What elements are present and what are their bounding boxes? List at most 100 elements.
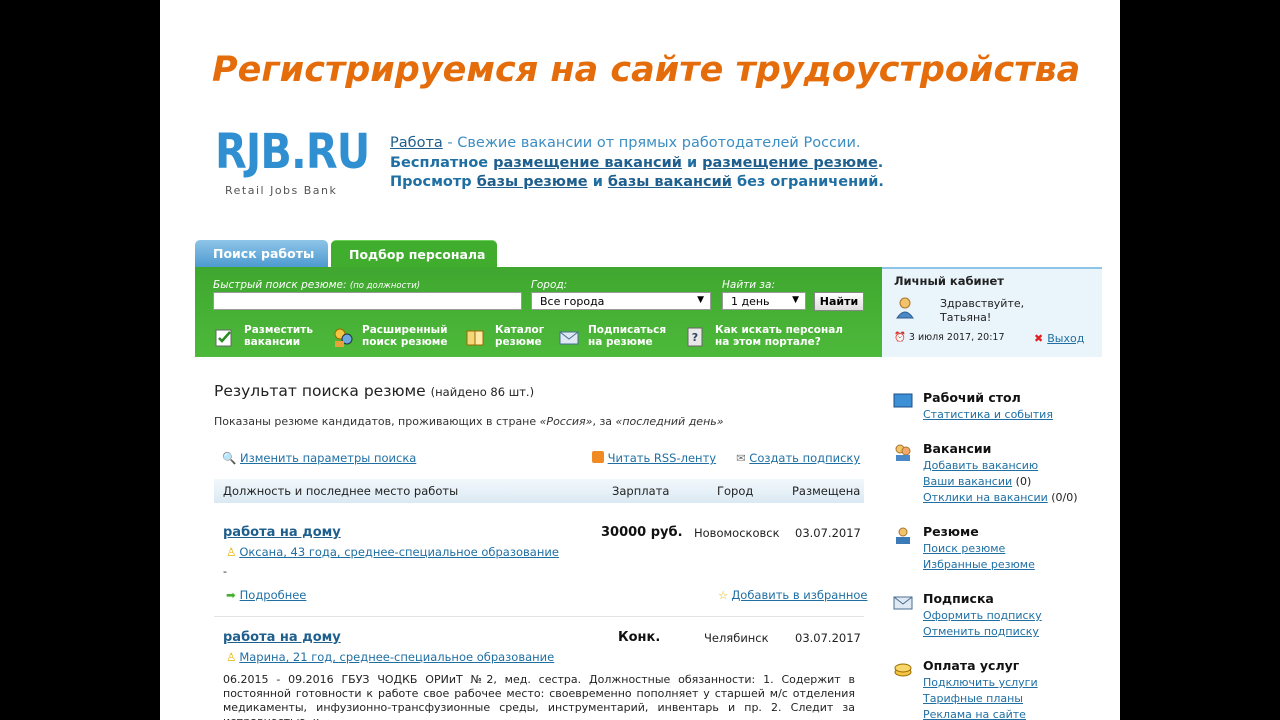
resume-base-link[interactable]: базы резюме (477, 174, 588, 190)
resume-description: - (223, 565, 227, 578)
greeting-line: Здравствуйте, (940, 297, 1025, 310)
close-icon: ✖ (1034, 332, 1044, 345)
results-subtitle: Показаны резюме кандидатов, проживающих … (214, 415, 724, 428)
col-position: Должность и последнее место работы (223, 484, 459, 498)
rss-link[interactable]: Читать RSS-ленту (592, 451, 716, 465)
tagline-text-2c: . (877, 154, 884, 171)
table-row: работа на дому Конк. Челябинск 03.07.201… (214, 630, 864, 720)
action-label: Расширенный (362, 324, 448, 336)
sidebar-link-favorite-resume[interactable]: Избранные резюме (923, 558, 1035, 571)
table-row: работа на дому 30000 руб. Новомосковск 0… (214, 525, 867, 615)
work-link[interactable]: Работа (390, 135, 443, 151)
quick-search-panel: Быстрый поиск резюме: (по должности) Гор… (195, 267, 882, 357)
tab-job-search[interactable]: Поиск работы (195, 240, 328, 268)
action-label: вакансии (244, 336, 301, 348)
chevron-down-icon: ▼ (697, 295, 704, 305)
tagline-text-2a: Бесплатное (390, 154, 494, 171)
logout-label: Выход (1047, 332, 1085, 345)
candidate-link[interactable]: ♙ Оксана, 43 года, среднее-специальное об… (226, 545, 559, 559)
add-favorite-link[interactable]: ☆ Добавить в избранное (718, 588, 867, 602)
sidebar-link-your-vacancies[interactable]: Ваши вакансии (0) (923, 475, 1031, 488)
action-label: Как искать персонал (715, 324, 843, 336)
cabinet-date: ⏰ 3 июля 2017, 20:17 (894, 332, 1005, 343)
candidate-link[interactable]: ♙ Марина, 21 год, среднее-специальное обр… (226, 650, 554, 664)
coins-icon (894, 663, 912, 677)
resume-position-link[interactable]: работа на дому (223, 630, 341, 645)
sidebar-title: Резюме (923, 524, 979, 539)
city-select[interactable]: Все города ▼ (531, 292, 711, 310)
user-icon: ♙ (226, 545, 237, 559)
post-resume-link[interactable]: размещение резюме (702, 155, 878, 171)
monitor-icon (893, 393, 913, 408)
action-label: резюме (495, 336, 542, 348)
col-date[interactable]: Размещена (792, 484, 860, 498)
sidebar-link-connect-services[interactable]: Подключить услуги (923, 676, 1038, 689)
tab-hire-staff[interactable]: Подбор персонала (331, 240, 497, 268)
resume-description: 06.2015 - 09.2016 ГБУЗ ЧОДКБ ОРИиТ №2, м… (223, 673, 855, 720)
site-tagline: Работа - Свежие вакансии от прямых работ… (390, 134, 884, 193)
results-count: (найдено 86 шт.) (430, 385, 535, 399)
catalog-icon (466, 330, 484, 346)
action-label: Подписаться (588, 324, 667, 336)
date-text: 3 июля 2017, 20:17 (908, 332, 1005, 343)
sidebar-title: Оплата услуг (923, 658, 1020, 673)
users-icon (895, 444, 911, 461)
user-avatar-icon (896, 297, 914, 319)
slide-title: Регистрируемся на сайте трудоустройства (212, 50, 1081, 90)
results-toolbar: 🔍 Изменить параметры поиска Читать RSS-л… (222, 451, 860, 467)
row-divider (214, 616, 864, 617)
post-vacancies-link[interactable]: размещение вакансий (493, 155, 682, 171)
sidebar-link-add-vacancy[interactable]: Добавить вакансию (923, 459, 1038, 472)
sidebar-link-subscribe[interactable]: Оформить подписку (923, 609, 1042, 622)
sidebar-title: Вакансии (923, 441, 992, 456)
results-title: Результат поиска резюме (найдено 86 шт.) (214, 382, 534, 400)
alarm-clock-icon: ⏰ (894, 332, 906, 343)
resume-date: 03.07.2017 (795, 631, 861, 645)
resume-city: Новомосковск (694, 526, 780, 540)
col-salary[interactable]: Зарплата (612, 484, 669, 498)
search-icon: 🔍 (222, 451, 237, 465)
user-name: Татьяна! (940, 311, 992, 324)
quick-search-input[interactable] (213, 292, 522, 310)
find-button[interactable]: Найти (814, 292, 864, 311)
svg-text:?: ? (692, 331, 698, 344)
resume-date: 03.07.2017 (795, 526, 861, 540)
sidebar-link-tariffs[interactable]: Тарифные планы (923, 692, 1023, 705)
sidebar-link-unsubscribe[interactable]: Отменить подписку (923, 625, 1039, 638)
resume-icon (896, 527, 910, 544)
resume-position-link[interactable]: работа на дому (223, 525, 341, 540)
tagline-text-1: - Свежие вакансии от прямых работодателе… (442, 135, 861, 151)
create-subscription-link[interactable]: ✉ Создать подписку (736, 451, 860, 465)
action-label: на этом портале? (715, 336, 821, 348)
sidebar-link-responses[interactable]: Отклики на вакансии (0/0) (923, 491, 1078, 504)
more-link[interactable]: ➡ Подробнее (226, 588, 306, 602)
user-icon: ♙ (226, 650, 237, 664)
tagline-text-3b: и (587, 174, 608, 190)
sidebar-title: Рабочий стол (923, 390, 1021, 405)
vacancy-base-link[interactable]: базы вакансий (608, 174, 732, 190)
chevron-down-icon: ▼ (792, 295, 799, 305)
action-label: на резюме (588, 336, 653, 348)
subscribe-icon (559, 331, 579, 345)
rss-icon (592, 451, 604, 463)
change-params-link[interactable]: 🔍 Изменить параметры поиска (222, 451, 416, 465)
logo-subtext: Retail Jobs Bank (225, 184, 338, 197)
sidebar-link-stats[interactable]: Статистика и события (923, 408, 1053, 421)
resume-salary: Конк. (618, 630, 661, 645)
personal-cabinet: Личный кабинет Здравствуйте, Татьяна! ⏰ … (882, 267, 1102, 357)
sidebar-link-advertising[interactable]: Реклама на сайте (923, 708, 1026, 720)
logout-link[interactable]: ✖ Выход (1034, 332, 1084, 345)
site-logo[interactable]: RJB.RU Retail Jobs Bank (215, 126, 375, 206)
period-select[interactable]: 1 день ▼ (722, 292, 806, 310)
envelope-icon (893, 596, 913, 610)
action-label: Разместить (244, 324, 313, 336)
results-title-text: Результат поиска резюме (214, 382, 426, 400)
star-icon: ☆ (718, 588, 729, 602)
sidebar-link-search-resume[interactable]: Поиск резюме (923, 542, 1005, 555)
logo-text: RJB.RU (215, 124, 370, 180)
results-table-header: Должность и последнее место работы Зарпл… (214, 479, 864, 503)
help-icon: ? (687, 327, 703, 347)
col-city[interactable]: Город (717, 484, 753, 498)
quick-search-label: Быстрый поиск резюме: (по должности) (213, 279, 421, 291)
resume-salary: 30000 руб. (601, 525, 683, 540)
